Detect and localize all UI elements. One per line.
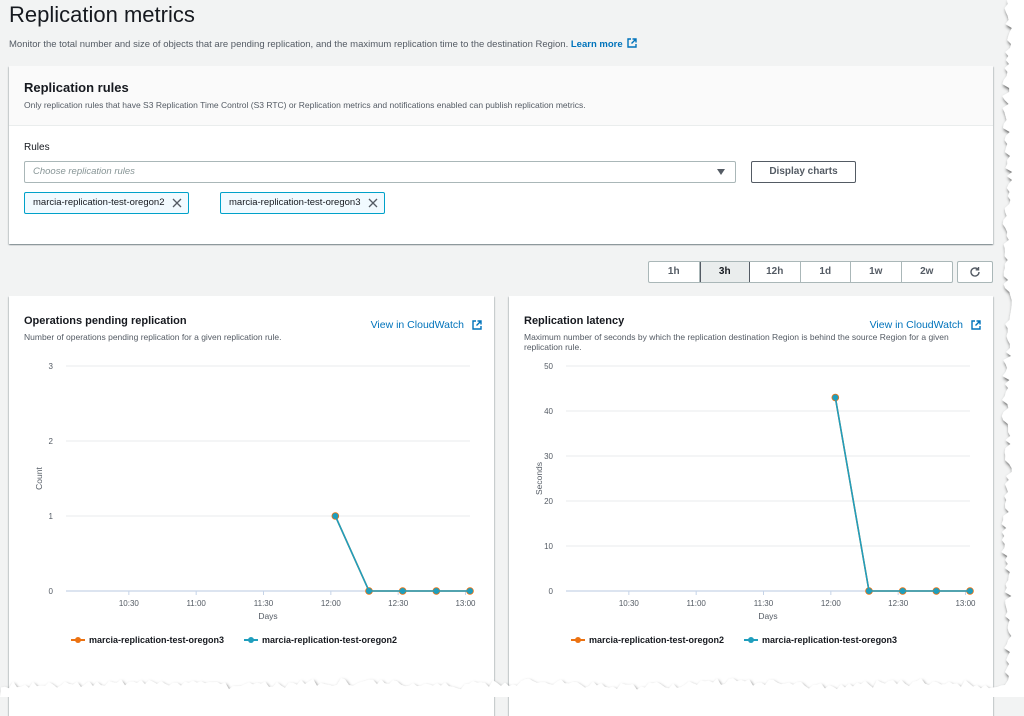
learn-more-label: Learn more — [570, 39, 623, 50]
series-line — [834, 397, 970, 592]
x-tick-label: 11:00 — [686, 599, 706, 608]
series-line — [334, 515, 470, 592]
rules-select[interactable]: Choose replication rules — [24, 161, 736, 183]
legend-item[interactable]: marcia-replication-test-oregon2 — [571, 635, 724, 645]
caret-down-icon — [717, 169, 725, 175]
learn-more-link[interactable]: Learn more — [570, 38, 637, 50]
x-tick-label: 13:00 — [955, 599, 976, 608]
data-point — [332, 513, 339, 519]
rules-title: Replication rules — [24, 80, 129, 95]
legend-label: marcia-replication-test-oregon2 — [589, 635, 725, 645]
range-3h[interactable]: 3h — [699, 262, 750, 282]
y-tick-label: 0 — [49, 587, 54, 596]
y-tick-label: 2 — [49, 437, 54, 446]
x-tick-label: 12:00 — [821, 599, 842, 608]
legend-label: marcia-replication-test-oregon3 — [762, 635, 898, 645]
y-tick-label: 10 — [544, 542, 553, 551]
legend-marker-orange — [71, 637, 85, 643]
external-link-icon — [626, 38, 637, 48]
legend-label: marcia-replication-test-oregon3 — [89, 635, 225, 645]
legend-marker-orange — [571, 637, 585, 643]
x-tick-label: 10:30 — [619, 599, 640, 608]
rules-subtitle: Only replication rules that have S3 Repl… — [24, 100, 586, 110]
legend-marker-blue — [244, 637, 259, 643]
x-tick-label: 12:30 — [388, 599, 409, 608]
range-2w[interactable]: 2w — [902, 262, 953, 282]
x-tick-label: 10:30 — [119, 599, 140, 608]
range-12h[interactable]: 12h — [750, 262, 801, 282]
page-description: Monitor the total number and size of obj… — [9, 38, 637, 50]
range-1d[interactable]: 1d — [801, 262, 851, 282]
x-tick-label: 11:30 — [254, 599, 274, 608]
data-point — [899, 588, 906, 594]
y-tick-label: 50 — [544, 362, 553, 371]
series-line — [834, 397, 970, 592]
rule-token-label: marcia-replication-test-oregon3 — [229, 197, 361, 208]
data-point — [433, 588, 440, 594]
data-point — [366, 588, 372, 594]
x-axis-title: Days — [258, 611, 277, 621]
rule-token: marcia-replication-test-oregon3 — [220, 192, 386, 214]
replication-latency-card: Replication latency Maximum number of se… — [509, 296, 993, 716]
data-point — [399, 588, 406, 594]
legend-item[interactable]: marcia-replication-test-oregon3 — [71, 635, 224, 645]
data-point — [933, 588, 940, 594]
rules-label: Rules — [24, 142, 50, 153]
y-tick-label: 3 — [49, 362, 54, 371]
y-tick-label: 20 — [544, 497, 553, 506]
y-tick-label: 40 — [544, 407, 553, 416]
range-1h[interactable]: 1h — [649, 262, 700, 282]
time-range-selector: 1h 3h 12h 1d 1w 2w — [648, 261, 953, 283]
refresh-button[interactable] — [957, 261, 993, 283]
refresh-icon — [970, 267, 980, 277]
chart-legend: marcia-replication-test-oregon3 marcia-r… — [71, 635, 397, 645]
page-description-text: Monitor the total number and size of obj… — [9, 39, 569, 50]
x-tick-label: 13:00 — [455, 599, 476, 608]
close-icon[interactable] — [368, 198, 378, 208]
x-tick-label: 11:00 — [186, 599, 206, 608]
y-tick-label: 0 — [549, 587, 554, 596]
x-tick-label: 12:30 — [888, 599, 909, 608]
rules-select-placeholder: Choose replication rules — [33, 166, 135, 177]
data-point — [866, 588, 872, 594]
data-point — [467, 588, 473, 594]
data-point — [832, 394, 839, 401]
rules-header: Replication rules Only replication rules… — [9, 66, 993, 126]
series-line — [334, 515, 470, 592]
y-axis-title: Seconds — [534, 462, 544, 495]
x-axis-title: Days — [758, 611, 777, 621]
y-tick-label: 1 — [49, 512, 54, 521]
replication-rules-panel: Replication rules Only replication rules… — [9, 66, 993, 244]
range-1w[interactable]: 1w — [851, 262, 902, 282]
y-tick-label: 30 — [544, 452, 553, 461]
legend-item[interactable]: marcia-replication-test-oregon3 — [744, 635, 897, 645]
rule-token: marcia-replication-test-oregon2 — [24, 192, 190, 214]
display-charts-button[interactable]: Display charts — [751, 161, 856, 183]
y-axis-title: Count — [34, 467, 44, 490]
chart-legend: marcia-replication-test-oregon2 marcia-r… — [571, 635, 897, 645]
operations-pending-chart: 0 1 2 3 10:30 11:00 11:30 12:00 12:30 13:00 Days Co… — [34, 362, 476, 621]
legend-label: marcia-replication-test-oregon2 — [262, 635, 398, 645]
rule-token-label: marcia-replication-test-oregon2 — [33, 197, 165, 208]
x-tick-label: 12:00 — [321, 599, 342, 608]
replication-latency-chart: 0 10 20 30 40 50 10:30 11:00 11:30 12:00 12:30 13:0… — [534, 362, 976, 621]
close-icon[interactable] — [172, 198, 182, 208]
data-point — [967, 588, 973, 594]
x-tick-label: 11:30 — [754, 599, 774, 608]
page-title: Replication metrics — [9, 2, 195, 27]
operations-pending-card: Operations pending replication Number of… — [9, 296, 494, 716]
legend-marker-blue — [744, 637, 759, 643]
legend-item[interactable]: marcia-replication-test-oregon2 — [244, 635, 397, 645]
